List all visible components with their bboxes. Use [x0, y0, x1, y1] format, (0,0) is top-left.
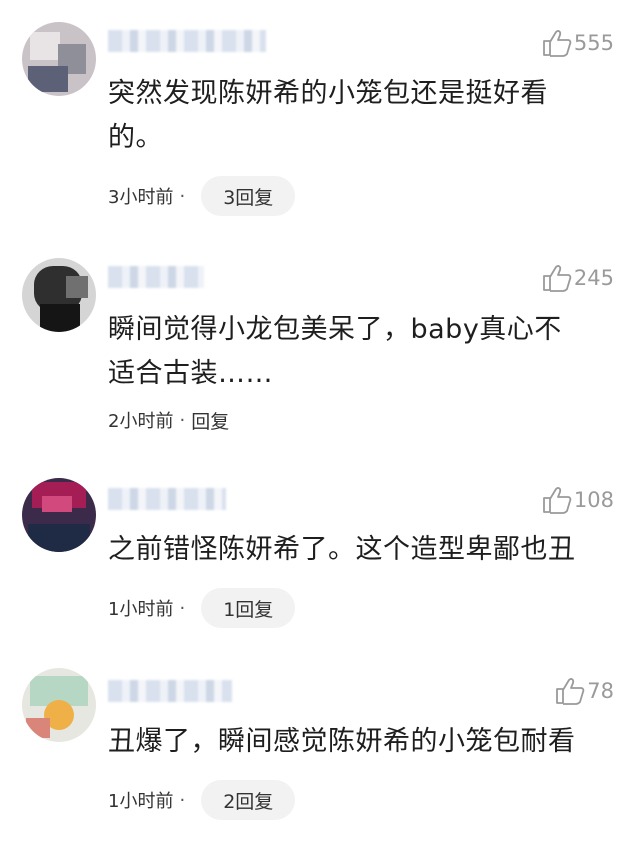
reply-button[interactable]: 回复: [191, 407, 229, 434]
username-blurred[interactable]: [108, 680, 232, 702]
like-button[interactable]: 108: [542, 485, 614, 515]
like-button[interactable]: 245: [542, 263, 614, 293]
timestamp: 3小时前: [108, 187, 174, 208]
comment-meta: 1小时前 · 1回复: [108, 588, 296, 628]
comment-meta: 1小时前 · 2回复: [108, 780, 296, 820]
like-button[interactable]: 78: [555, 676, 614, 706]
comment-text: 丑爆了，瞬间感觉陈妍希的小笼包耐看: [108, 726, 576, 757]
separator-dot: ·: [179, 597, 186, 619]
like-count: 108: [573, 488, 614, 512]
avatar[interactable]: [22, 258, 96, 332]
avatar[interactable]: [22, 668, 96, 742]
reply-button[interactable]: 1回复: [201, 588, 296, 628]
username-blurred[interactable]: [108, 266, 204, 288]
like-count: 245: [573, 266, 614, 290]
username-blurred[interactable]: [108, 30, 266, 52]
thumbs-up-icon: [542, 486, 572, 514]
like-button[interactable]: 555: [542, 28, 614, 58]
separator-dot: ·: [179, 409, 186, 431]
separator-dot: ·: [179, 789, 186, 811]
avatar[interactable]: [22, 478, 96, 552]
like-count: 555: [573, 31, 614, 55]
thumbs-up-icon: [555, 677, 585, 705]
comment-meta: 2小时前 · 回复: [108, 400, 229, 440]
thumbs-up-icon: [542, 264, 572, 292]
timestamp: 2小时前: [108, 411, 174, 432]
avatar[interactable]: [22, 22, 96, 96]
like-count: 78: [587, 679, 614, 703]
comment-text: 之前错怪陈妍希了。这个造型卑鄙也丑: [108, 534, 576, 565]
comment-item: 555 突然发现陈妍希的小笼包还是挺好看的。 3小时前 · 3回复: [0, 0, 640, 225]
comment-text: 瞬间觉得小龙包美呆了，baby真心不适合古装……: [108, 314, 562, 389]
reply-button[interactable]: 3回复: [201, 176, 296, 216]
thumbs-up-icon: [542, 29, 572, 57]
timestamp: 1小时前: [108, 599, 174, 620]
username-blurred[interactable]: [108, 488, 226, 510]
reply-button[interactable]: 2回复: [201, 780, 296, 820]
comment-text: 突然发现陈妍希的小笼包还是挺好看的。: [108, 78, 548, 153]
comment-meta: 3小时前 · 3回复: [108, 176, 296, 216]
separator-dot: ·: [179, 185, 186, 207]
timestamp: 1小时前: [108, 791, 174, 812]
